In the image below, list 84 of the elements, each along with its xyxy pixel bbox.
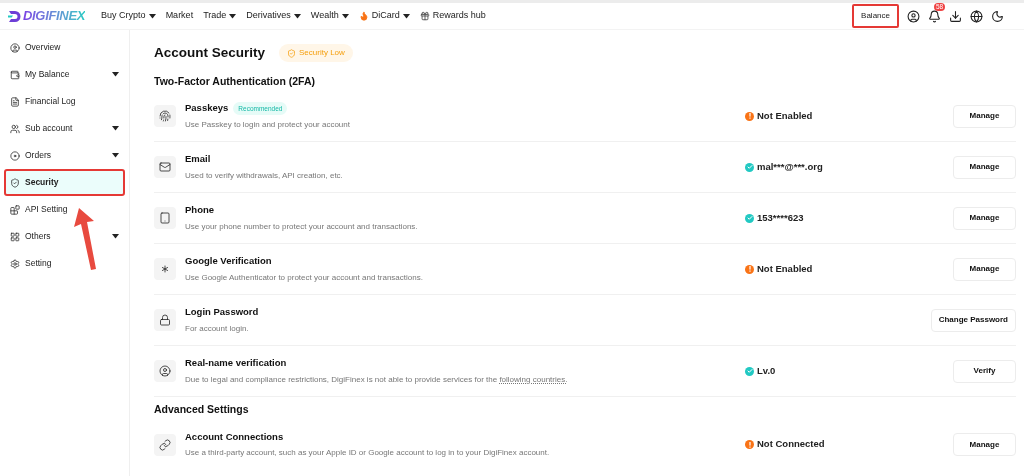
caret-icon — [112, 153, 119, 158]
action-button[interactable]: Manage — [953, 155, 1016, 179]
nav-link[interactable]: Wealth — [310, 9, 349, 23]
sidebar-item[interactable]: API Setting — [4, 196, 125, 223]
wallet-icon — [10, 69, 20, 80]
balance-button[interactable]: Balance — [852, 4, 899, 28]
setting-description: Use your phone number to protect your account and transactions. — [185, 220, 418, 233]
caret-icon — [148, 13, 156, 19]
security-level-badge: Security Low — [279, 44, 353, 62]
status-text: mal***@***.org — [757, 159, 823, 174]
setting-description: For account login. — [185, 322, 250, 335]
nav-link[interactable]: Rewards hub — [419, 9, 486, 23]
sidebar-item[interactable]: Financial Log — [4, 88, 125, 115]
nav-link[interactable]: Derivatives — [246, 9, 301, 23]
setting-title: Phone — [185, 203, 215, 218]
settings-icon — [10, 258, 20, 269]
status-text: Lv.0 — [757, 363, 776, 378]
setting-title: Passkeys — [185, 101, 229, 116]
section-heading: Advanced Settings — [154, 402, 250, 416]
lock-icon — [159, 314, 171, 326]
status-text: 153****623 — [757, 210, 804, 225]
user-icon — [159, 365, 171, 377]
action-button[interactable]: Manage — [953, 104, 1016, 128]
disc-icon — [10, 150, 20, 161]
sidebar-item[interactable]: My Balance — [4, 61, 125, 88]
countries-link[interactable]: following countries. — [499, 374, 568, 384]
caret-icon — [229, 13, 237, 19]
setting-title: Google Verification — [185, 254, 272, 269]
nav-link[interactable]: Buy Crypto — [101, 9, 156, 23]
action-button[interactable]: Manage — [953, 257, 1016, 281]
users-icon — [10, 123, 20, 134]
shield-icon — [10, 177, 20, 188]
flame-icon — [358, 11, 369, 21]
caret-icon — [112, 72, 119, 77]
document-icon — [10, 96, 20, 107]
sidebar-item[interactable]: Security — [4, 169, 125, 196]
sidebar-item[interactable]: Overview — [4, 34, 125, 61]
caret-icon — [402, 13, 410, 19]
link-icon — [159, 438, 171, 451]
download-icon[interactable] — [949, 9, 962, 23]
sidebar-item[interactable]: Orders — [4, 142, 125, 169]
logo-icon — [8, 9, 21, 23]
setting-title: Email — [185, 152, 211, 167]
asterisk-icon — [159, 263, 171, 275]
bell-icon[interactable] — [928, 9, 941, 23]
setting-description: Use Passkey to login and protect your account — [185, 118, 350, 131]
action-button[interactable]: Change Password — [930, 308, 1016, 332]
action-button[interactable]: Verify — [953, 359, 1016, 383]
status-text: Not Connected — [757, 437, 825, 452]
grid-icon — [10, 231, 20, 242]
moon-icon[interactable] — [991, 9, 1004, 23]
setting-description: Use a third-party account, such as your Apple ID or Google account to log in to your DigiFinex account. — [185, 447, 550, 460]
section-heading: Two-Factor Authentication (2FA) — [154, 74, 316, 88]
user-icon[interactable] — [907, 9, 920, 23]
shield-icon — [287, 48, 297, 58]
gift-icon — [419, 11, 430, 21]
setting-description: Due to legal and compliance restrictions, DigiFinex is not able to provide services for the following countries. — [185, 373, 568, 386]
nav-link[interactable]: Trade — [203, 9, 237, 23]
tablet-icon — [159, 212, 171, 224]
sidebar-item[interactable]: Sub account — [4, 115, 125, 142]
user-icon — [10, 42, 20, 53]
sidebar-item[interactable]: Others — [4, 223, 125, 250]
setting-title: Real-name verification — [185, 356, 287, 371]
action-button[interactable]: Manage — [953, 206, 1016, 230]
sidebar-item[interactable]: Setting — [4, 250, 125, 277]
caret-icon — [341, 13, 349, 19]
mail-icon — [159, 161, 171, 173]
caret-icon — [112, 234, 119, 239]
nav-link[interactable]: Market — [165, 9, 194, 23]
setting-description: Used to verify withdrawals, API creation, etc. — [185, 169, 343, 182]
action-button[interactable]: Manage — [953, 433, 1016, 456]
setting-title: Account Connections — [185, 429, 284, 444]
setting-title: Login Password — [185, 305, 259, 320]
globe-icon[interactable] — [970, 9, 983, 23]
fingerprint-icon — [159, 110, 171, 122]
caret-icon — [293, 13, 301, 19]
status-text: Not Enabled — [757, 261, 813, 276]
annotation-arrow — [74, 207, 98, 271]
status-text: Not Enabled — [757, 108, 813, 123]
caret-icon — [112, 126, 119, 131]
nav-link[interactable]: DiCard — [358, 9, 410, 23]
page-title: Account Security — [154, 43, 266, 62]
blocks-icon — [10, 204, 20, 215]
setting-description: Use Google Authenticator to protect your account and transactions. — [185, 271, 423, 284]
